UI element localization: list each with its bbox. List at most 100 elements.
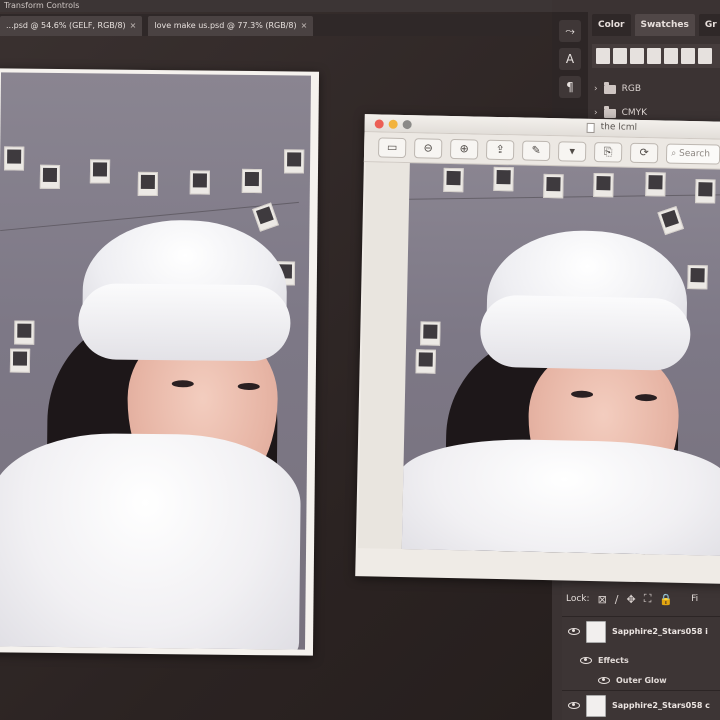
document-icon: [586, 122, 595, 133]
visibility-eye-icon[interactable]: [598, 676, 610, 684]
refresh-button[interactable]: ⟳: [629, 142, 659, 163]
photo-string: [409, 194, 720, 200]
polaroid: [39, 164, 61, 190]
zoom-in-button[interactable]: ⊕: [449, 138, 479, 160]
polaroid: [89, 159, 111, 184]
markup-dropdown-button[interactable]: ▾: [557, 140, 587, 162]
folder-label: RGB: [621, 84, 642, 94]
share-button[interactable]: ⇪: [485, 139, 515, 160]
panel-tool-strip: ⤳ A ¶: [552, 12, 588, 122]
polaroid: [443, 167, 464, 193]
panel-tabs: Color Swatches Gr: [592, 14, 720, 36]
lock-pixels-icon[interactable]: ∕: [615, 593, 619, 606]
polaroid: [3, 146, 25, 171]
polaroid: [657, 206, 685, 236]
swatch[interactable]: [698, 48, 712, 64]
document-tab-label: love make us.psd @ 77.3% (RGB/8): [154, 21, 297, 30]
layer-row[interactable]: Sapphire2_Stars058 c: [562, 690, 720, 720]
layer-name: Sapphire2_Stars058 i: [612, 627, 708, 636]
polaroid: [137, 171, 158, 197]
document-tab-label: ...psd @ 54.6% (GELF, RGB/8): [6, 21, 126, 30]
lock-position-icon[interactable]: ✥: [627, 593, 636, 606]
polaroid: [415, 349, 436, 374]
polaroid: [241, 168, 263, 194]
sweater: [401, 436, 720, 556]
tab-color[interactable]: Color: [592, 14, 631, 36]
layer-thumbnail: [586, 694, 606, 717]
polaroid: [493, 166, 514, 192]
close-window-icon[interactable]: [374, 119, 384, 129]
zoom-out-button[interactable]: ⊖: [413, 137, 443, 159]
search-input[interactable]: ⌕ Search: [665, 142, 720, 165]
lock-label: Lock:: [566, 594, 590, 604]
sweater: [0, 432, 302, 650]
tab-close-icon[interactable]: ×: [301, 21, 308, 30]
sidebar-toggle-button[interactable]: ▭ ▾: [377, 136, 407, 171]
outer-glow-row[interactable]: Outer Glow: [598, 672, 667, 688]
document-canvas[interactable]: [0, 68, 320, 656]
recent-swatches: [592, 44, 720, 68]
lock-artboard-icon[interactable]: ⛶: [644, 592, 652, 606]
zoom-window-icon[interactable]: [402, 119, 412, 130]
swatch[interactable]: [647, 48, 661, 64]
swatch[interactable]: [664, 48, 678, 64]
polaroid: [543, 173, 564, 199]
portrait-photo: [0, 72, 312, 650]
history-icon[interactable]: ⤳: [559, 20, 581, 42]
beanie-cuff: [78, 283, 291, 362]
tab-close-icon[interactable]: ×: [130, 21, 137, 30]
rotate-button[interactable]: ⎘: [593, 141, 623, 163]
swatch[interactable]: [596, 48, 610, 64]
lock-row: Lock: ⊠ ∕ ✥ ⛶ 🔒 Fi: [566, 590, 698, 608]
option-bar: Transform Controls: [0, 0, 560, 12]
tab-swatches[interactable]: Swatches: [634, 14, 695, 36]
folder-icon: [603, 81, 616, 94]
polaroid: [695, 179, 716, 204]
polaroid: [14, 320, 35, 345]
preview-photo: [401, 163, 720, 556]
swatch[interactable]: [681, 48, 695, 64]
visibility-eye-icon[interactable]: [568, 628, 580, 635]
document-tab-2[interactable]: love make us.psd @ 77.3% (RGB/8) ×: [148, 16, 314, 36]
outer-glow-label: Outer Glow: [616, 675, 667, 685]
swatch[interactable]: [630, 48, 644, 64]
photoshop-screen: Transform Controls ...psd @ 54.6% (GELF,…: [0, 0, 720, 720]
document-tab-bar: ...psd @ 54.6% (GELF, RGB/8) × love make …: [0, 14, 540, 36]
layer-effects-row[interactable]: Effects: [580, 652, 629, 668]
eye: [171, 380, 194, 388]
preview-window: the lcml ▭ ▾ ⊖ ⊕ ⇪ ✎ ▾ ⎘ ⟳ ⌕ Search: [355, 114, 720, 584]
polaroid: [593, 172, 614, 198]
layer-row[interactable]: Sapphire2_Stars058 i: [562, 616, 720, 646]
visibility-eye-icon[interactable]: [568, 702, 580, 709]
chevron-right-icon[interactable]: ›: [594, 80, 598, 98]
tab-gradients[interactable]: Gr: [698, 14, 720, 36]
document-tab-1[interactable]: ...psd @ 54.6% (GELF, RGB/8) ×: [0, 16, 143, 36]
fill-label: Fi: [691, 594, 699, 604]
layer-thumbnail: [586, 620, 606, 643]
beanie-cuff: [479, 294, 692, 372]
search-placeholder: Search: [678, 148, 711, 159]
paragraph-icon[interactable]: ¶: [559, 76, 581, 98]
window-title: the lcml: [600, 122, 638, 133]
visibility-eye-icon[interactable]: [580, 656, 592, 664]
effects-label: Effects: [598, 655, 629, 665]
lock-all-icon[interactable]: 🔒: [659, 593, 673, 606]
polaroid: [687, 264, 708, 290]
markup-button[interactable]: ✎: [521, 139, 551, 161]
polaroid: [9, 348, 31, 373]
polaroid: [420, 321, 441, 346]
swatch[interactable]: [613, 48, 627, 64]
character-icon[interactable]: A: [559, 48, 581, 70]
layer-name: Sapphire2_Stars058 c: [612, 701, 710, 710]
option-bar-label[interactable]: Transform Controls: [4, 1, 79, 10]
lock-transparent-icon[interactable]: ⊠: [598, 593, 607, 606]
minimize-window-icon[interactable]: [388, 119, 398, 129]
eye: [237, 382, 260, 391]
folder-icon: [603, 105, 616, 118]
eye: [634, 393, 658, 402]
eye: [570, 390, 594, 399]
polaroid: [189, 170, 211, 195]
swatch-folder-rgb[interactable]: › RGB: [594, 80, 641, 98]
polaroid: [645, 172, 666, 197]
polaroid: [252, 202, 279, 232]
